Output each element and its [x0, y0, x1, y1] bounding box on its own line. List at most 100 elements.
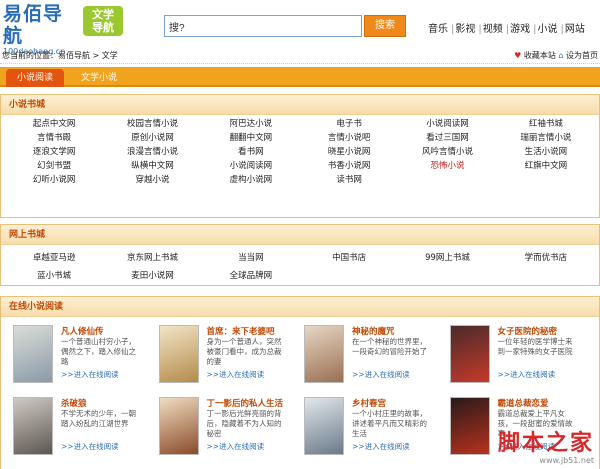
- book-title[interactable]: 霸道总裁恋爱: [498, 397, 549, 409]
- read-online-link[interactable]: >>进入在线阅读: [352, 441, 410, 452]
- store-link[interactable]: 当当网: [202, 251, 300, 265]
- store-link[interactable]: 全球品牌网: [202, 269, 300, 283]
- store-link[interactable]: 99网上书城: [398, 251, 496, 265]
- read-online-link[interactable]: >>进入在线阅读: [352, 369, 410, 380]
- header: 易佰导航 100daohang.cn 文学 导航 搜索 音乐|影视|视频|游戏|…: [0, 0, 600, 56]
- novel-site-link[interactable]: 电子书: [300, 117, 398, 131]
- book-cover[interactable]: [304, 397, 344, 455]
- search-input[interactable]: [164, 15, 362, 37]
- nav-link[interactable]: 小说: [538, 24, 558, 35]
- novel-site-link[interactable]: 读书网: [300, 173, 398, 187]
- novel-site-link[interactable]: 言情书殿: [5, 131, 103, 145]
- nav-separator: |: [505, 24, 510, 35]
- read-online-link[interactable]: >>进入在线阅读: [61, 441, 119, 452]
- store-link[interactable]: 卓越亚马逊: [5, 251, 103, 265]
- novel-site-link[interactable]: 看过三国网: [398, 131, 496, 145]
- book-title[interactable]: 神秘的魔咒: [352, 325, 395, 337]
- store-link[interactable]: 中国书店: [300, 251, 398, 265]
- nav-separator: |: [478, 24, 482, 35]
- book-description: 一个普通山村穷小子，偶然之下，踏入修仙之路: [61, 337, 136, 366]
- store-link: [497, 269, 595, 283]
- search-button[interactable]: 搜索: [364, 15, 406, 37]
- homepage-link[interactable]: 设为首页: [566, 51, 598, 60]
- book-description: 在一个神秘的世界里，一段奇幻的冒险开始了: [352, 337, 427, 356]
- section-title: 在线小说阅读: [1, 297, 599, 317]
- novel-site-link[interactable]: 小说阅读网: [202, 159, 300, 173]
- top-nav: 音乐 |影视 |视频 |游戏 |小说 |网站: [428, 20, 587, 35]
- store-link[interactable]: 麦田小说网: [103, 269, 201, 283]
- novel-site-link[interactable]: 穿越小说: [103, 173, 201, 187]
- section-title: 小说书城: [1, 95, 599, 115]
- novel-site-link[interactable]: 书香小说网: [300, 159, 398, 173]
- book-cover[interactable]: [158, 397, 199, 455]
- novel-site-link[interactable]: 生活小说网: [497, 145, 595, 159]
- book-title[interactable]: 凡人修仙传: [61, 325, 104, 337]
- book-cover[interactable]: [449, 397, 490, 455]
- novel-sites-section: 小说书城 起点中文网 校园言情小说 阿巴达小说 电子书 小说阅读网 红袖书城 言情书殿 原创小…: [0, 94, 600, 218]
- book-title[interactable]: 丁一影后的私人生活: [207, 397, 284, 409]
- nav-separator: |: [451, 24, 455, 35]
- book-cover[interactable]: [304, 325, 344, 383]
- book-description: 不学无术的少年，一朝踏入纷乱的江湖世界: [61, 409, 136, 428]
- novel-site-link[interactable]: 风吟言情小说: [398, 145, 496, 159]
- online-stores-section: 网上书城 卓越亚马逊 京东网上书城 当当网 中国书店 99网上书城 学而优书店 蓝小书城 麦田…: [0, 224, 600, 286]
- read-online-link[interactable]: >>进入在线阅读: [207, 369, 265, 380]
- sub-bar: 您当前的位置：易佰导航 > 文学 ♥ 收藏本站 ⌂ 设为首页: [0, 48, 600, 64]
- novel-site-link[interactable]: 纵横中文网: [103, 159, 201, 173]
- book-cover[interactable]: [13, 325, 53, 383]
- book-card: 丁一影后的私人生活 丁一影后光鲜亮丽的背后，隐藏着不为人知的秘密 >>进入在线阅读: [155, 395, 301, 461]
- novel-site-link[interactable]: 红袖书城: [497, 117, 595, 131]
- read-online-link[interactable]: >>进入在线阅读: [498, 369, 556, 380]
- read-online-link[interactable]: >>进入在线阅读: [61, 369, 119, 380]
- nav-link[interactable]: 音乐: [428, 24, 448, 35]
- nav-link[interactable]: 网站: [565, 24, 585, 35]
- novel-site-link[interactable]: 瑞丽言情小说: [497, 131, 595, 145]
- tab-literature[interactable]: 文学小说: [70, 69, 128, 87]
- read-online-link[interactable]: >>进入在线阅读: [498, 441, 556, 452]
- nav-link[interactable]: 影视: [455, 24, 475, 35]
- book-description: 身为一个普通人，突然被豪门看中，成为总裁的妻: [206, 337, 282, 366]
- online-reading-section: 在线小说阅读 凡人修仙传 一个普通山村穷小子，偶然之下，踏入修仙之路 >>进入在线阅…: [0, 296, 600, 469]
- book-title[interactable]: 女子医院的秘密: [498, 325, 558, 337]
- novel-site-link[interactable]: 红旗中文网: [497, 159, 595, 173]
- novel-site-link[interactable]: 校园言情小说: [103, 117, 201, 131]
- novel-site-link[interactable]: 起点中文网: [5, 117, 103, 131]
- store-link[interactable]: 学而优书店: [497, 251, 595, 265]
- home-icon: ⌂: [558, 51, 564, 60]
- novel-site-link[interactable]: 看书网: [202, 145, 300, 159]
- tab-novel-reading[interactable]: 小说阅读: [6, 69, 64, 87]
- book-card: 首席：来下老婆吧 身为一个普通人，突然被豪门看中，成为总裁的妻 >>进入在线阅读: [155, 323, 301, 389]
- novel-site-link[interactable]: 幻剑书盟: [5, 159, 103, 173]
- novel-site-link[interactable]: 原创小说网: [103, 131, 201, 145]
- book-cover[interactable]: [158, 325, 199, 383]
- store-link[interactable]: 京东网上书城: [103, 251, 201, 265]
- novel-site-link[interactable]: 晓星小说网: [300, 145, 398, 159]
- store-link: [398, 269, 496, 283]
- favorite-link[interactable]: 收藏本站: [524, 51, 556, 60]
- novel-site-link[interactable]: 恐怖小说: [398, 159, 496, 173]
- book-list: 凡人修仙传 一个普通山村穷小子，偶然之下，踏入修仙之路 >>进入在线阅读 首席：来下老…: [1, 317, 599, 461]
- novel-site-link: [497, 173, 595, 187]
- novel-site-link[interactable]: 虚构小说网: [202, 173, 300, 187]
- book-title[interactable]: 杀破狼: [61, 397, 87, 409]
- novel-site-link[interactable]: 幻听小说网: [5, 173, 103, 187]
- book-card: 乡村春宫 一个小村庄里的故事，讲述着平凡而又精彩的生活 >>进入在线阅读: [300, 395, 446, 461]
- novel-site-link[interactable]: 小说阅读网: [398, 117, 496, 131]
- nav-link[interactable]: 视频: [483, 24, 503, 35]
- book-title[interactable]: 乡村春宫: [352, 397, 386, 409]
- novel-site-link[interactable]: 逐浪文学网: [5, 145, 103, 159]
- logo-title: 易佰导航: [3, 3, 64, 47]
- read-online-link[interactable]: >>进入在线阅读: [207, 441, 265, 452]
- book-cover[interactable]: [449, 325, 490, 383]
- novel-site-link[interactable]: 翻翻中文网: [202, 131, 300, 145]
- store-link[interactable]: 蓝小书城: [5, 269, 103, 283]
- book-cover[interactable]: [13, 397, 53, 455]
- novel-site-link[interactable]: 浪漫言情小说: [103, 145, 201, 159]
- nav-link[interactable]: 游戏: [510, 24, 530, 35]
- quick-actions: ♥ 收藏本站 ⌂ 设为首页: [514, 48, 598, 64]
- novel-site-link[interactable]: 言情小说吧: [300, 131, 398, 145]
- book-title[interactable]: 首席：来下老婆吧: [207, 325, 275, 337]
- breadcrumb: 您当前的位置：易佰导航 > 文学: [2, 51, 118, 60]
- novel-site-link[interactable]: 阿巴达小说: [202, 117, 300, 131]
- book-description: 霸道总裁爱上平凡女孩，一段甜蜜的爱情故事: [497, 409, 573, 438]
